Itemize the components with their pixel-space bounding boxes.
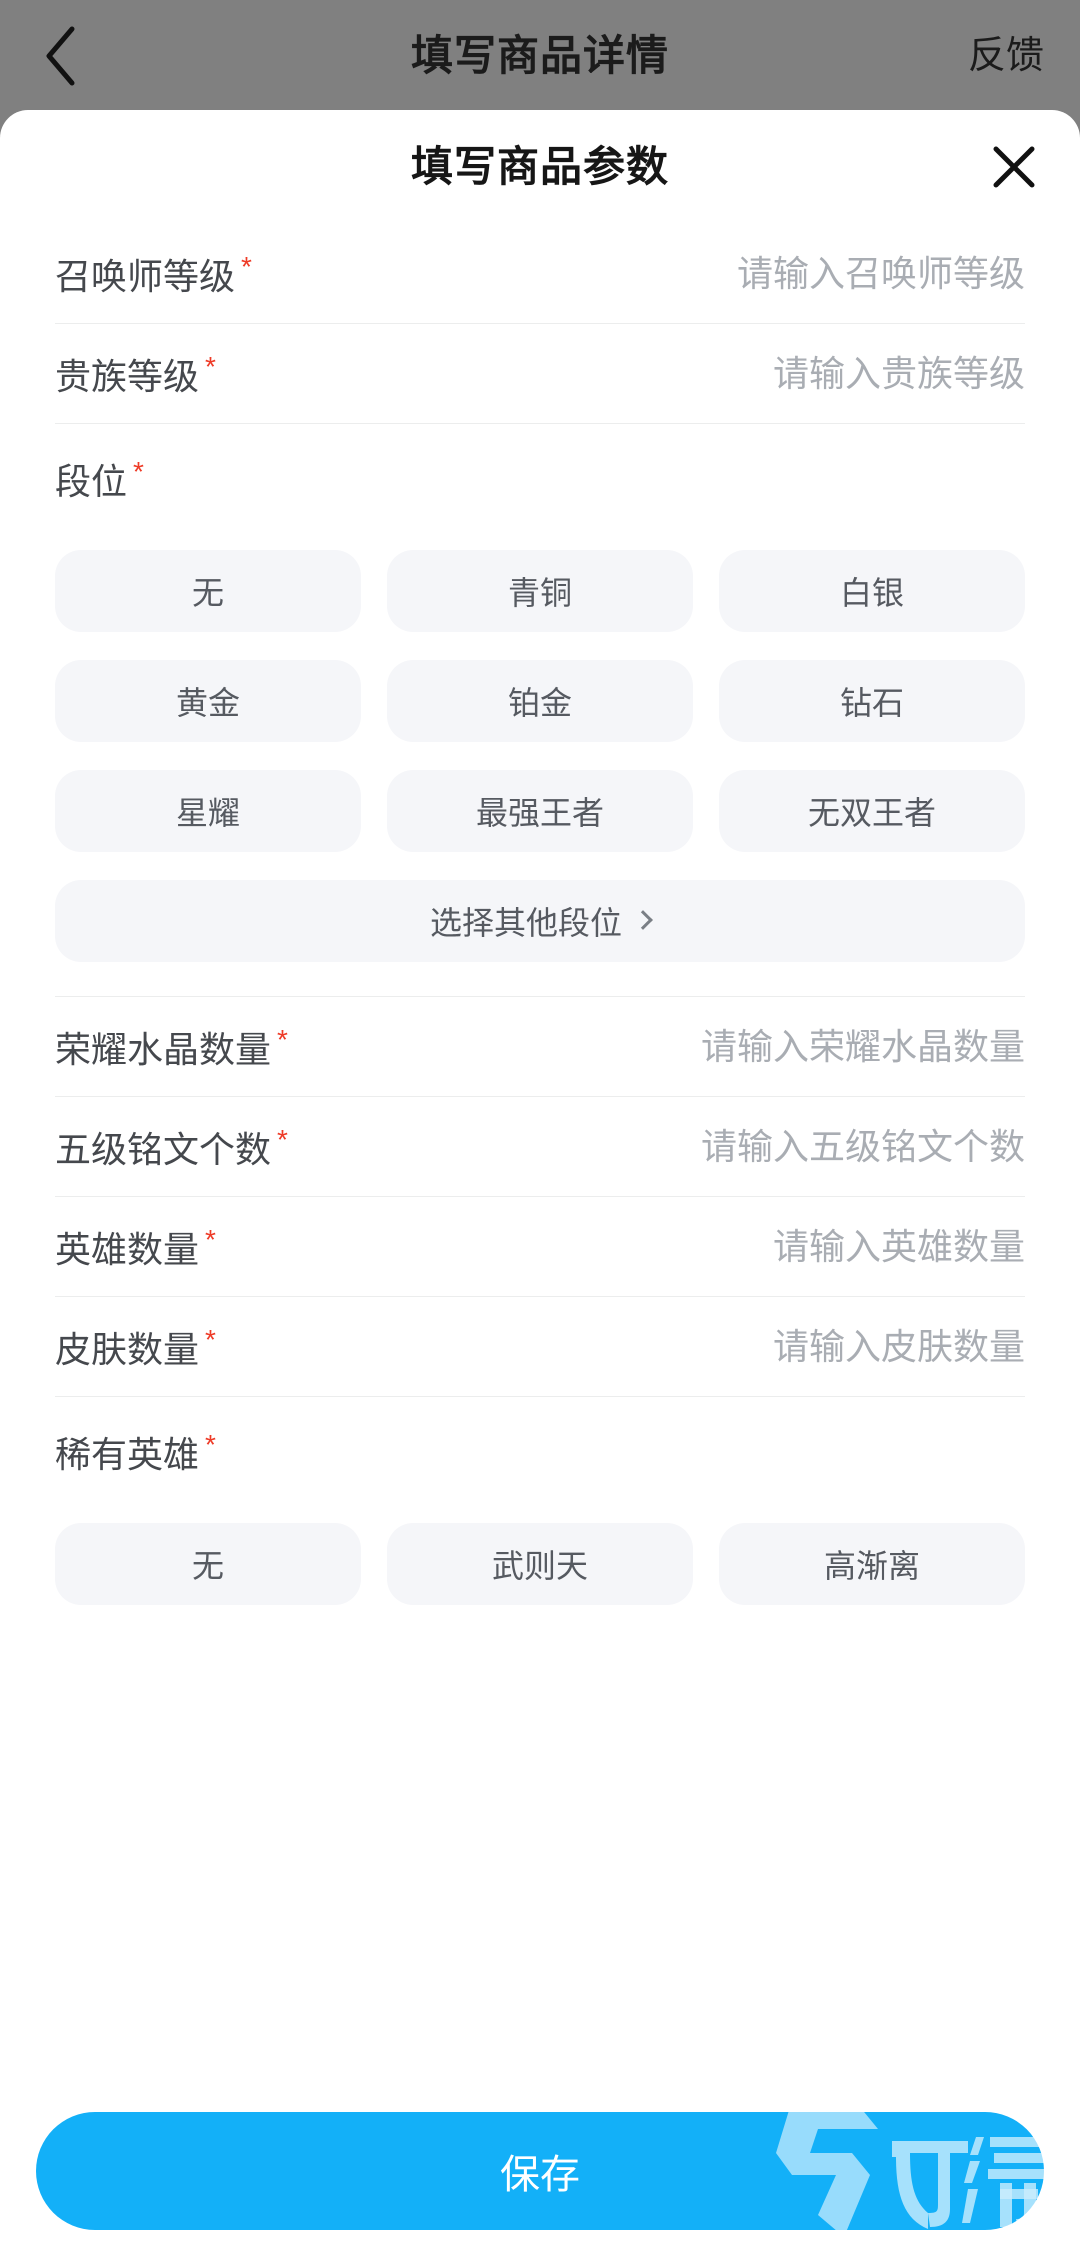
rank-option-chip[interactable]: 黄金 <box>55 660 361 742</box>
choose-other-rank-button[interactable]: 选择其他段位 <box>55 880 1025 962</box>
field-row-summoner-level[interactable]: 召唤师等级 * 请输入召唤师等级 <box>55 224 1025 324</box>
rank-option-chip[interactable]: 星耀 <box>55 770 361 852</box>
chevron-left-icon <box>41 25 81 87</box>
feedback-button[interactable]: 反馈 <box>968 37 1044 75</box>
close-button[interactable] <box>982 135 1046 199</box>
product-parameters-sheet: 填写商品参数 召唤师等级 * 请输入召唤师等级 贵族等级 * 请输入贵族等级 段… <box>0 110 1080 2257</box>
top-navigation-bar: 填写商品详情 反馈 <box>0 0 1080 112</box>
required-marker: * <box>241 250 252 282</box>
rank-option-chip[interactable]: 无双王者 <box>719 770 1025 852</box>
hero-count-input[interactable]: 请输入英雄数量 <box>773 1228 1025 1265</box>
rank-option-chip[interactable]: 无 <box>55 550 361 632</box>
field-row-skin-count[interactable]: 皮肤数量 * 请输入皮肤数量 <box>55 1297 1025 1397</box>
required-marker: * <box>205 1429 216 1460</box>
rank-option-chip[interactable]: 青铜 <box>387 550 693 632</box>
field-row-glory-crystal-count[interactable]: 荣耀水晶数量 * 请输入荣耀水晶数量 <box>55 997 1025 1097</box>
field-label: 皮肤数量 * <box>55 1323 216 1370</box>
required-marker: * <box>205 1323 216 1355</box>
required-marker: * <box>205 1223 216 1255</box>
choose-other-rank-label: 选择其他段位 <box>429 905 622 941</box>
rank-option-chip[interactable]: 白银 <box>719 550 1025 632</box>
screen-root: 填写商品详情 反馈 填写商品参数 召唤师等级 * 请输入召唤师等级 贵族等级 *… <box>0 0 1080 2257</box>
required-marker: * <box>205 350 216 382</box>
rank-option-chip[interactable]: 铂金 <box>387 660 693 742</box>
bottom-action-bar: 保存 <box>0 2085 1080 2257</box>
rare-hero-section: 稀有英雄 * 无 武则天 高渐离 <box>55 1397 1025 1639</box>
rank-section: 段位 * 无 青铜 白银 黄金 铂金 钻石 星耀 最强王者 无双王者 选择其他段位 <box>55 424 1025 997</box>
parameters-form: 召唤师等级 * 请输入召唤师等级 贵族等级 * 请输入贵族等级 段位 * 无 青铜 <box>0 224 1080 1639</box>
rank-section-label: 段位 * <box>55 456 144 502</box>
required-marker: * <box>133 456 144 487</box>
save-button[interactable]: 保存 <box>36 2112 1044 2230</box>
back-button[interactable] <box>26 21 96 91</box>
field-row-level5-inscription-count[interactable]: 五级铭文个数 * 请输入五级铭文个数 <box>55 1097 1025 1197</box>
rare-hero-options-grid: 无 武则天 高渐离 <box>55 1523 1025 1639</box>
skin-count-input[interactable]: 请输入皮肤数量 <box>773 1328 1025 1365</box>
sheet-title: 填写商品参数 <box>410 143 669 190</box>
rare-hero-option-chip[interactable]: 无 <box>55 1523 361 1605</box>
close-icon <box>988 141 1040 193</box>
field-row-hero-count[interactable]: 英雄数量 * 请输入英雄数量 <box>55 1197 1025 1297</box>
level5-inscription-count-input[interactable]: 请输入五级铭文个数 <box>701 1128 1025 1165</box>
rank-options-grid: 无 青铜 白银 黄金 铂金 钻石 星耀 最强王者 无双王者 选择其他段位 <box>55 550 1025 996</box>
field-label: 贵族等级 * <box>55 350 216 397</box>
sheet-header: 填写商品参数 <box>0 110 1080 224</box>
summoner-level-input[interactable]: 请输入召唤师等级 <box>737 255 1025 292</box>
field-label: 荣耀水晶数量 * <box>55 1023 288 1070</box>
field-row-noble-level[interactable]: 贵族等级 * 请输入贵族等级 <box>55 324 1025 424</box>
field-label: 五级铭文个数 * <box>55 1123 288 1170</box>
required-marker: * <box>277 1023 288 1055</box>
noble-level-input[interactable]: 请输入贵族等级 <box>773 355 1025 392</box>
rank-option-chip[interactable]: 钻石 <box>719 660 1025 742</box>
field-label: 英雄数量 * <box>55 1223 216 1270</box>
page-title: 填写商品详情 <box>410 32 669 79</box>
glory-crystal-count-input[interactable]: 请输入荣耀水晶数量 <box>701 1028 1025 1065</box>
rare-hero-section-label: 稀有英雄 * <box>55 1429 216 1475</box>
chevron-right-icon <box>633 910 653 930</box>
rare-hero-option-chip[interactable]: 高渐离 <box>719 1523 1025 1605</box>
rare-hero-option-chip[interactable]: 武则天 <box>387 1523 693 1605</box>
rank-option-chip[interactable]: 最强王者 <box>387 770 693 852</box>
required-marker: * <box>277 1123 288 1155</box>
field-label: 召唤师等级 * <box>55 250 252 297</box>
